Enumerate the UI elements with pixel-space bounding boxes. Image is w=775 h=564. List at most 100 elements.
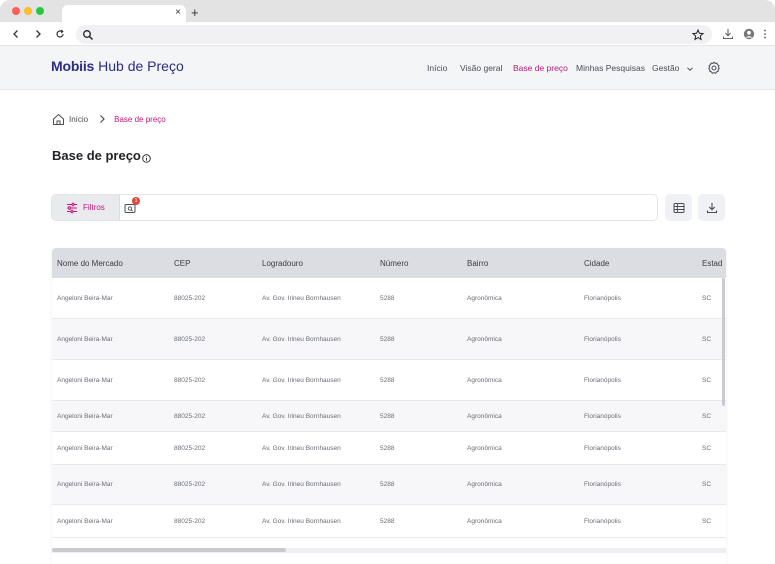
cell-bairro: Agronômica [467,413,502,420]
cell-cep: 88025-202 [174,336,206,343]
cell-estado: SC [702,377,712,384]
tab-close-icon[interactable]: × [175,7,181,19]
cell-cidade: Florianópolis [584,413,621,420]
breadcrumb: Início Base de preço [52,112,166,126]
app-header: Mobiis Hub de Preço Início Visão geral Ba… [0,46,775,90]
cell-bairro: Agronômica [467,518,502,525]
search-icon [82,28,94,46]
table-row[interactable]: Angeloni Beira-Mar 88025-202 Av. Gov. Ir… [52,278,726,319]
breadcrumb-home[interactable]: Início [69,115,88,124]
cell-logradouro: Av. Gov. Irineu Bornhausen [262,295,341,302]
cell-cep: 88025-202 [174,518,206,525]
nav-item-inicio[interactable]: Início [427,63,447,73]
cell-numero: 5288 [380,295,395,302]
nav-item-gestao[interactable]: Gestão [652,63,694,73]
download-icon[interactable] [722,27,734,45]
cell-bairro: Agronômica [467,336,502,343]
cell-cep: 88025-202 [174,377,206,384]
table-icon [673,202,684,213]
cell-logradouro: Av. Gov. Irineu Bornhausen [262,481,341,488]
table-row[interactable]: Angeloni Beira-Mar 88025-202 Av. Gov. Ir… [52,505,726,538]
info-icon[interactable] [142,150,151,168]
cell-nome-do-mercado: Angeloni Beira-Mar [57,295,113,302]
filter-count-badge: 1 [132,197,140,205]
table-header: Nome do Mercado CEP Logradouro Número Ba… [52,248,726,278]
column-header-cep[interactable]: CEP [174,259,190,268]
cell-nome-do-mercado: Angeloni Beira-Mar [57,377,113,384]
cell-logradouro: Av. Gov. Irineu Bornhausen [262,445,341,452]
cell-logradouro: Av. Gov. Irineu Bornhausen [262,336,341,343]
cell-bairro: Agronômica [467,377,502,384]
cell-cep: 88025-202 [174,481,206,488]
table-row[interactable]: Angeloni Beira-Mar 88025-202 Av. Gov. Ir… [52,432,726,465]
cell-numero: 5288 [380,377,395,384]
price-table: Nome do Mercado CEP Logradouro Número Ba… [52,248,726,564]
cell-nome-do-mercado: Angeloni Beira-Mar [57,445,113,452]
app-logo[interactable]: Mobiis Hub de Preço [51,58,184,74]
reload-icon[interactable] [53,27,67,41]
table-vertical-scrollbar[interactable] [722,278,725,406]
cell-estado: SC [702,413,712,420]
address-bar[interactable] [76,25,712,44]
cell-nome-do-mercado: Angeloni Beira-Mar [57,336,113,343]
forward-icon[interactable] [31,27,45,41]
column-header-cidade[interactable]: Cidade [584,259,609,268]
nav-item-visao-geral[interactable]: Visão geral [460,63,502,73]
cell-logradouro: Av. Gov. Irineu Bornhausen [262,413,341,420]
column-header-estado[interactable]: Estad [702,259,722,268]
column-header-logradouro[interactable]: Logradouro [262,259,303,268]
cell-cidade: Florianópolis [584,481,621,488]
cell-bairro: Agronômica [467,295,502,302]
cell-numero: 5288 [380,413,395,420]
back-icon[interactable] [9,27,23,41]
download-icon [706,202,717,213]
table-row[interactable]: Angeloni Beira-Mar 88025-202 Av. Gov. Ir… [52,465,726,505]
cell-cidade: Florianópolis [584,377,621,384]
cell-estado: SC [702,518,712,525]
new-tab-icon[interactable]: + [191,6,199,20]
column-header-bairro[interactable]: Bairro [467,259,488,268]
cell-cep: 88025-202 [174,295,206,302]
cell-cidade: Florianópolis [584,445,621,452]
cell-logradouro: Av. Gov. Irineu Bornhausen [262,377,341,384]
column-header-numero[interactable]: Número [380,259,408,268]
close-window-button[interactable] [12,7,20,15]
profile-icon[interactable] [743,27,755,45]
gear-icon[interactable] [707,61,721,80]
cell-cidade: Florianópolis [584,336,621,343]
bookmark-star-icon[interactable] [691,28,705,46]
browser-menu-icon[interactable] [763,27,767,45]
cell-cep: 88025-202 [174,445,206,452]
table-row[interactable]: Angeloni Beira-Mar 88025-202 Av. Gov. Ir… [52,319,726,360]
cell-estado: SC [702,336,712,343]
home-icon[interactable] [52,113,65,126]
logo-product: Hub de Preço [98,58,184,74]
nav-item-base-de-preco[interactable]: Base de preço [513,63,568,73]
cell-numero: 5288 [380,481,395,488]
browser-tabbar: × + [0,0,775,22]
browser-tab[interactable]: × [62,5,186,22]
nav-item-minhas-pesquisas[interactable]: Minhas Pesquisas [576,63,645,73]
table-row[interactable]: Angeloni Beira-Mar 88025-202 Av. Gov. Ir… [52,360,726,401]
cell-numero: 5288 [380,518,395,525]
filters-label: Filtros [83,203,105,212]
breadcrumb-current: Base de preço [114,114,166,124]
cell-cidade: Florianópolis [584,295,621,302]
cell-cep: 88025-202 [174,413,206,420]
cell-logradouro: Av. Gov. Irineu Bornhausen [262,518,341,525]
minimize-window-button[interactable] [24,7,32,15]
table-footer [52,552,726,564]
table-row[interactable]: Angeloni Beira-Mar 88025-202 Av. Gov. Ir… [52,401,726,432]
cell-bairro: Agronômica [467,481,502,488]
logo-brand: Mobiis [51,58,95,74]
columns-view-button[interactable] [665,194,692,221]
filters-button[interactable]: Filtros [52,195,120,220]
sliders-icon [66,201,78,219]
cell-estado: SC [702,481,712,488]
export-button[interactable] [698,194,725,221]
column-header-nome-do-mercado[interactable]: Nome do Mercado [57,259,123,268]
maximize-window-button[interactable] [36,7,44,15]
chevron-down-icon [686,67,693,71]
browser-toolbar [0,22,775,46]
filter-bar: Filtros 1 [51,194,658,221]
